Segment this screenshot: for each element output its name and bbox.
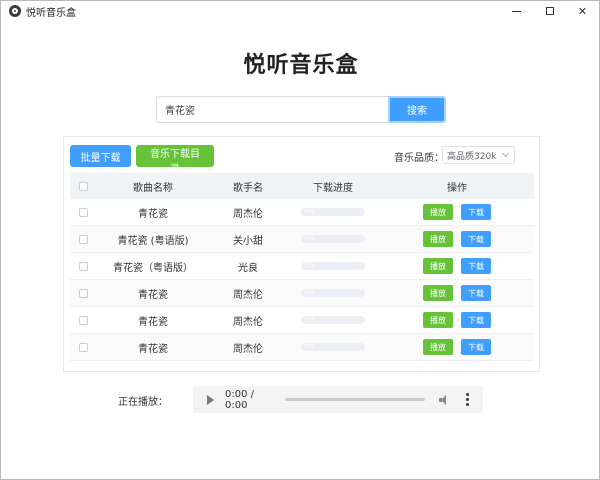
- play-icon[interactable]: [207, 394, 214, 405]
- row-checkbox[interactable]: [78, 234, 88, 244]
- singer-name: 周杰伦: [233, 289, 263, 301]
- singer-name: 关小甜: [233, 235, 263, 247]
- seek-bar[interactable]: [285, 398, 425, 401]
- search-button[interactable]: 搜索: [388, 96, 446, 123]
- download-button[interactable]: 下载: [461, 339, 491, 355]
- minimize-button[interactable]: [500, 1, 533, 21]
- table-header: 歌曲名称 歌手名 下载进度 操作: [70, 173, 534, 199]
- app-logo-icon: [9, 5, 21, 17]
- minimize-icon: [512, 10, 521, 12]
- maximize-button[interactable]: [533, 1, 566, 21]
- singer-name: 周杰伦: [233, 316, 263, 328]
- header-actions: 操作: [447, 182, 467, 194]
- download-progress-bar: 0%: [301, 208, 365, 216]
- more-options-icon[interactable]: [466, 393, 469, 406]
- header-progress: 下载进度: [313, 182, 353, 194]
- window-title: 悦听音乐盒: [26, 7, 76, 19]
- title-bar: 悦听音乐盒 ✕: [1, 1, 599, 21]
- download-progress-text: 0%: [305, 235, 315, 242]
- play-button[interactable]: 播放: [423, 312, 453, 328]
- row-checkbox[interactable]: [78, 261, 88, 271]
- download-progress-text: 0%: [305, 316, 315, 323]
- play-button[interactable]: 播放: [423, 339, 453, 355]
- row-checkbox[interactable]: [78, 207, 88, 217]
- quality-value: 高品质320k: [447, 151, 497, 162]
- song-name: 青花瓷: [138, 208, 168, 220]
- download-progress-text: 0%: [305, 208, 315, 215]
- download-progress-text: 0%: [305, 289, 315, 296]
- header-singer: 歌手名: [233, 182, 263, 194]
- play-button[interactable]: 播放: [423, 285, 453, 301]
- download-button[interactable]: 下载: [461, 312, 491, 328]
- table-row: 青花瓷 周杰伦 0% 播放 下载: [70, 280, 534, 307]
- download-progress-bar: 0%: [301, 262, 365, 270]
- now-playing-label: 正在播放：: [118, 397, 168, 408]
- window-controls: ✕: [500, 1, 599, 21]
- select-all-checkbox[interactable]: [78, 181, 88, 191]
- chevron-down-icon: [501, 149, 510, 158]
- row-checkbox[interactable]: [78, 342, 88, 352]
- music-directory-button[interactable]: 音乐下载目录: [136, 145, 214, 175]
- song-name: 青花瓷: [138, 343, 168, 355]
- download-progress-bar: 0%: [301, 343, 365, 351]
- close-button[interactable]: ✕: [566, 1, 599, 21]
- table-row: 青花瓷 周杰伦 0% 播放 下载: [70, 307, 534, 334]
- download-button[interactable]: 下载: [461, 258, 491, 274]
- audio-player: 0:00 / 0:00: [193, 386, 483, 413]
- download-progress-text: 0%: [305, 343, 315, 350]
- row-checkbox[interactable]: [78, 315, 88, 325]
- table-body: 青花瓷 周杰伦 0% 播放 下载 青花瓷 (粤语版) 关小甜 0% 播放 下载 青花瓷（粤语版） 光良…: [70, 199, 534, 361]
- row-checkbox[interactable]: [78, 288, 88, 298]
- download-progress-text: 0%: [305, 262, 315, 269]
- table-row: 青花瓷（粤语版） 光良 0% 播放 下载: [70, 253, 534, 280]
- play-button[interactable]: 播放: [423, 204, 453, 220]
- table-row: 青花瓷 周杰伦 0% 播放 下载: [70, 334, 534, 361]
- close-icon: ✕: [577, 4, 588, 18]
- table-row: 青花瓷 (粤语版) 关小甜 0% 播放 下载: [70, 226, 534, 253]
- quality-label: 音乐品质：: [394, 153, 444, 164]
- song-name: 青花瓷: [138, 316, 168, 328]
- maximize-icon: [545, 7, 554, 15]
- download-progress-bar: 0%: [301, 289, 365, 297]
- song-name: 青花瓷（粤语版）: [113, 262, 193, 274]
- download-progress-bar: 0%: [301, 235, 365, 243]
- batch-download-button[interactable]: 批量下载: [70, 145, 131, 167]
- player-time: 0:00 / 0:00: [225, 388, 255, 411]
- header-song-name: 歌曲名称: [133, 182, 173, 194]
- download-button[interactable]: 下载: [461, 231, 491, 247]
- download-progress-bar: 0%: [301, 316, 365, 324]
- app-window: 悦听音乐盒 ✕ 悦听音乐盒 搜索 批量下载 音乐下载目录 音乐品质： 高品质32…: [0, 0, 600, 480]
- song-name: 青花瓷 (粤语版): [117, 235, 189, 247]
- download-button[interactable]: 下载: [461, 285, 491, 301]
- table-row: 青花瓷 周杰伦 0% 播放 下载: [70, 199, 534, 226]
- singer-name: 周杰伦: [233, 208, 263, 220]
- volume-icon[interactable]: [439, 394, 450, 405]
- song-list-panel: 批量下载 音乐下载目录 音乐品质： 高品质320k 歌曲名称 歌手名 下载进度 …: [63, 136, 540, 372]
- quality-select[interactable]: 高品质320k: [442, 146, 515, 164]
- play-button[interactable]: 播放: [423, 258, 453, 274]
- song-table: 歌曲名称 歌手名 下载进度 操作 青花瓷 周杰伦 0% 播放 下载 青花瓷 (粤语版) 关小…: [70, 173, 534, 361]
- search-input[interactable]: [156, 96, 388, 123]
- search-bar: 搜索: [156, 96, 446, 123]
- song-name: 青花瓷: [138, 289, 168, 301]
- page-title: 悦听音乐盒: [243, 53, 359, 78]
- singer-name: 光良: [238, 262, 258, 274]
- singer-name: 周杰伦: [233, 343, 263, 355]
- download-button[interactable]: 下载: [461, 204, 491, 220]
- play-button[interactable]: 播放: [423, 231, 453, 247]
